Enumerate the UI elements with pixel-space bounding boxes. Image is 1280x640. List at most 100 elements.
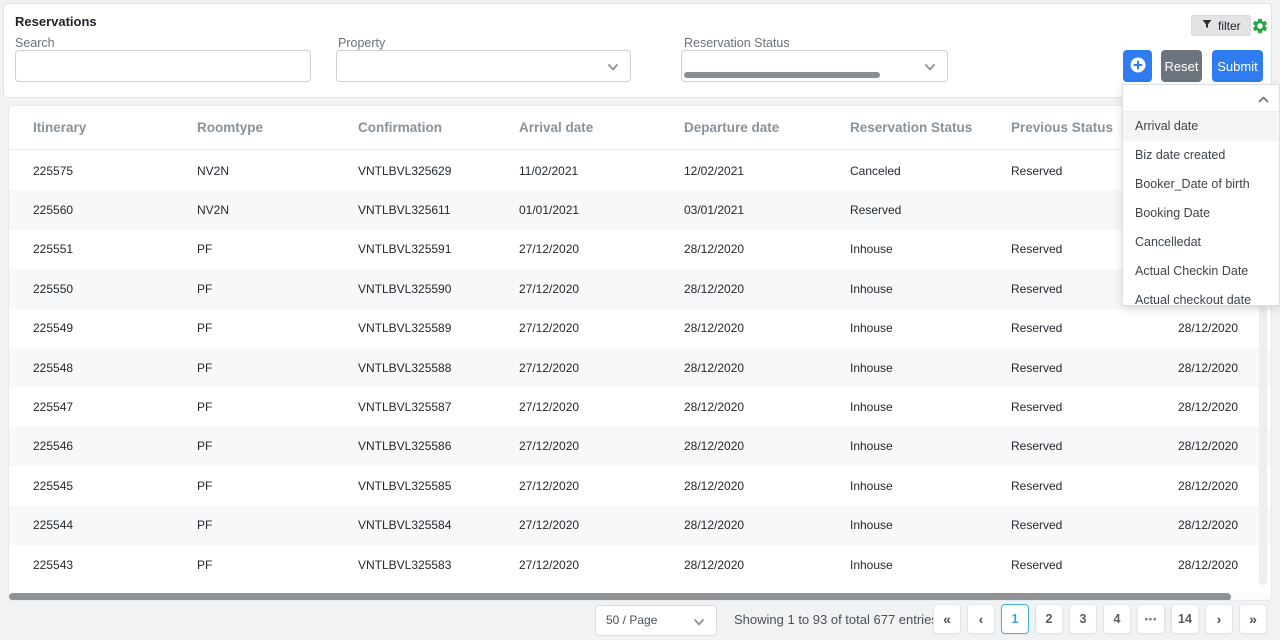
table-cell: 28/12/2020 — [1178, 321, 1271, 335]
table-cell: 28/12/2020 — [684, 479, 850, 493]
chevron-down-icon — [692, 615, 706, 629]
table-row[interactable]: 225543PFVNTLBVL32558327/12/202028/12/202… — [9, 545, 1271, 584]
table-cell: 11/02/2021 — [519, 164, 684, 178]
table-cell: 28/12/2020 — [684, 242, 850, 256]
table-cell: 03/01/2021 — [684, 203, 850, 217]
column-header[interactable]: Itinerary — [33, 120, 197, 135]
table-cell: 27/12/2020 — [519, 242, 684, 256]
pagination-page-3[interactable]: 3 — [1069, 604, 1097, 634]
dropdown-item-actual-checkout-date[interactable]: Actual checkout date — [1123, 286, 1279, 306]
table-cell: VNTLBVL325586 — [358, 439, 519, 453]
pagination-buttons: «‹1234•••14›» — [933, 604, 1267, 634]
dropdown-item-actual-checkin-date[interactable]: Actual Checkin Date — [1123, 257, 1279, 286]
table-cell: PF — [197, 479, 358, 493]
table-cell: 28/12/2020 — [684, 439, 850, 453]
table-cell: 28/12/2020 — [1178, 361, 1271, 375]
table-cell: PF — [197, 400, 358, 414]
table-cell: Reserved — [1011, 361, 1178, 375]
dropdown-item-booker-date-of-birth[interactable]: Booker_Date of birth — [1123, 170, 1279, 199]
table-cell: 28/12/2020 — [684, 558, 850, 572]
dropdown-item-cancelledat[interactable]: Cancelledat — [1123, 228, 1279, 257]
dropdown-item-arrival-date[interactable]: Arrival date — [1123, 112, 1279, 141]
table-cell: Reserved — [1011, 479, 1178, 493]
table-cell: 225546 — [33, 439, 197, 453]
table-cell: 28/12/2020 — [684, 321, 850, 335]
chevron-down-icon — [923, 60, 937, 79]
page-title: Reservations — [15, 14, 97, 29]
table-cell: NV2N — [197, 203, 358, 217]
table-row[interactable]: 225547PFVNTLBVL32558727/12/202028/12/202… — [9, 387, 1271, 426]
table-cell: 225544 — [33, 518, 197, 532]
dropdown-item-booking-date[interactable]: Booking Date — [1123, 199, 1279, 228]
column-header[interactable]: Arrival date — [519, 120, 684, 135]
table-cell: 27/12/2020 — [519, 558, 684, 572]
column-header[interactable]: Departure date — [684, 120, 850, 135]
table-cell: PF — [197, 558, 358, 572]
select-horizontal-scrollbar[interactable] — [684, 72, 880, 78]
pagination-prev[interactable]: ‹ — [967, 604, 995, 634]
table-cell: Reserved — [1011, 400, 1178, 414]
dropdown-header — [1123, 85, 1279, 112]
pagination-page-2[interactable]: 2 — [1035, 604, 1063, 634]
table-cell: 225547 — [33, 400, 197, 414]
table-row[interactable]: 225575NV2NVNTLBVL32562911/02/202112/02/2… — [9, 151, 1271, 190]
pagination-page-1[interactable]: 1 — [1001, 604, 1029, 634]
submit-button[interactable]: Submit — [1212, 50, 1263, 82]
search-input[interactable] — [15, 50, 311, 82]
reset-button[interactable]: Reset — [1161, 50, 1202, 82]
pagination-ellipsis[interactable]: ••• — [1137, 604, 1165, 634]
table-cell: VNTLBVL325611 — [358, 203, 519, 217]
table-cell: PF — [197, 321, 358, 335]
filter-card: Reservations Search Property Reservation… — [3, 3, 1272, 98]
pagination-page-4[interactable]: 4 — [1103, 604, 1131, 634]
table-row[interactable]: 225546PFVNTLBVL32558627/12/202028/12/202… — [9, 427, 1271, 466]
pagination-first[interactable]: « — [933, 604, 961, 634]
table-cell: VNTLBVL325585 — [358, 479, 519, 493]
table-cell: 27/12/2020 — [519, 400, 684, 414]
pagination-next[interactable]: › — [1205, 604, 1233, 634]
dropdown-item-biz-date-created[interactable]: Biz date created — [1123, 141, 1279, 170]
pagination-page-14[interactable]: 14 — [1171, 604, 1199, 634]
table-cell: VNTLBVL325589 — [358, 321, 519, 335]
table-cell: Inhouse — [850, 282, 1011, 296]
table-cell: Reserved — [1011, 439, 1178, 453]
table-cell: VNTLBVL325587 — [358, 400, 519, 414]
table-row[interactable]: 225550PFVNTLBVL32559027/12/202028/12/202… — [9, 269, 1271, 308]
table-cell: 225575 — [33, 164, 197, 178]
filter-button[interactable]: filter — [1191, 15, 1251, 36]
table-horizontal-scrollbar-track — [9, 593, 1271, 601]
table-body: 225575NV2NVNTLBVL32562911/02/202112/02/2… — [9, 151, 1271, 584]
chevron-down-icon — [606, 60, 620, 79]
table-cell: Reserved — [1011, 558, 1178, 572]
add-button[interactable] — [1123, 50, 1152, 82]
column-header[interactable]: Reservation Status — [850, 120, 1011, 135]
table-cell: VNTLBVL325591 — [358, 242, 519, 256]
table-cell: 12/02/2021 — [684, 164, 850, 178]
column-header[interactable]: Confirmation — [358, 120, 519, 135]
column-header[interactable]: Roomtype — [197, 120, 358, 135]
table-row[interactable]: 225549PFVNTLBVL32558927/12/202028/12/202… — [9, 309, 1271, 348]
table-row[interactable]: 225551PFVNTLBVL32559127/12/202028/12/202… — [9, 230, 1271, 269]
table-cell: 27/12/2020 — [519, 439, 684, 453]
dropdown-item-list: Arrival dateBiz date createdBooker_Date … — [1123, 112, 1279, 306]
table-cell: 28/12/2020 — [1178, 558, 1271, 572]
table-cell: 225549 — [33, 321, 197, 335]
table-horizontal-scrollbar[interactable] — [9, 593, 1231, 601]
table-cell: Inhouse — [850, 479, 1011, 493]
table-cell: 28/12/2020 — [1178, 479, 1271, 493]
chevron-up-icon[interactable] — [1257, 93, 1270, 106]
table-cell: 28/12/2020 — [684, 361, 850, 375]
plus-circle-icon — [1130, 57, 1146, 76]
filter-button-label: filter — [1218, 19, 1241, 33]
table-cell: 27/12/2020 — [519, 282, 684, 296]
reservation-status-select[interactable] — [681, 50, 948, 82]
table-row[interactable]: 225545PFVNTLBVL32558527/12/202028/12/202… — [9, 466, 1271, 505]
property-select[interactable] — [336, 50, 631, 82]
table-cell: Inhouse — [850, 518, 1011, 532]
table-row[interactable]: 225544PFVNTLBVL32558427/12/202028/12/202… — [9, 506, 1271, 545]
table-row[interactable]: 225560NV2NVNTLBVL32561101/01/202103/01/2… — [9, 190, 1271, 229]
table-row[interactable]: 225548PFVNTLBVL32558827/12/202028/12/202… — [9, 348, 1271, 387]
pagination-last[interactable]: » — [1239, 604, 1267, 634]
page-size-select[interactable]: 50 / Page — [595, 605, 717, 636]
gear-icon[interactable] — [1251, 17, 1269, 35]
